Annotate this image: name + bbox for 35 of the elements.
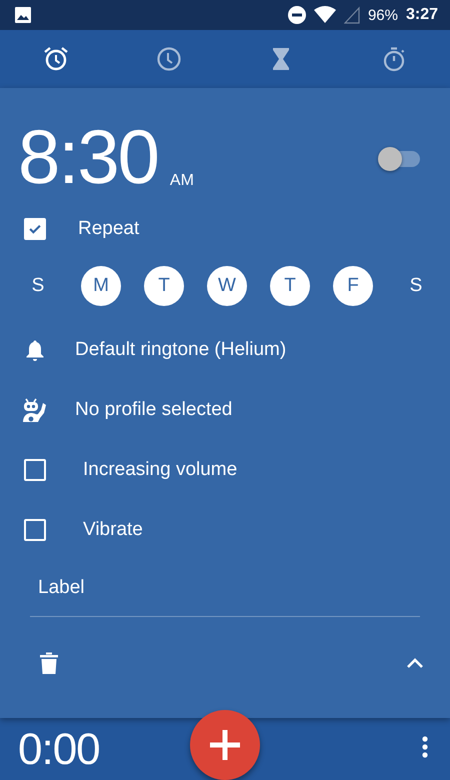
day-toggle[interactable]: T — [270, 266, 310, 306]
alarm-time[interactable]: 0:00 — [18, 728, 100, 772]
status-time: 3:27 — [406, 6, 438, 24]
robot-icon — [22, 397, 48, 423]
signal-icon — [344, 6, 360, 24]
day-toggle[interactable]: S — [396, 266, 436, 306]
repeat-label: Repeat — [78, 218, 140, 240]
clock-icon — [156, 46, 182, 72]
day-toggle[interactable]: W — [207, 266, 247, 306]
image-icon — [14, 6, 32, 24]
day-toggle[interactable]: T — [144, 266, 184, 306]
option-label: Increasing volume — [83, 459, 238, 481]
alarm-clock-icon — [43, 46, 70, 72]
delete-icon[interactable] — [40, 652, 58, 674]
label-field[interactable]: Label — [30, 560, 420, 617]
chevron-up-icon[interactable] — [406, 657, 424, 669]
ringtone-label[interactable]: Default ringtone (Helium) — [75, 339, 286, 361]
profile-label[interactable]: No profile selected — [75, 399, 232, 421]
checkbox[interactable] — [24, 459, 46, 481]
option-label: Vibrate — [83, 519, 143, 541]
checkbox[interactable] — [24, 519, 46, 541]
wifi-icon — [314, 6, 336, 24]
day-toggle[interactable]: M — [81, 266, 121, 306]
alarm-time[interactable]: 8:30 — [18, 120, 158, 196]
checkbox[interactable] — [24, 218, 46, 240]
day-toggle[interactable]: F — [333, 266, 373, 306]
bell-icon — [25, 339, 45, 361]
plus-icon — [210, 730, 240, 760]
battery-percent: 96% — [368, 6, 398, 24]
toggle-switch[interactable] — [378, 147, 420, 169]
am-pm-label: AM — [170, 172, 194, 190]
day-toggle[interactable]: S — [18, 266, 58, 306]
add-button[interactable] — [190, 710, 260, 780]
hourglass-icon — [271, 46, 292, 72]
do-not-disturb-icon — [288, 6, 306, 24]
